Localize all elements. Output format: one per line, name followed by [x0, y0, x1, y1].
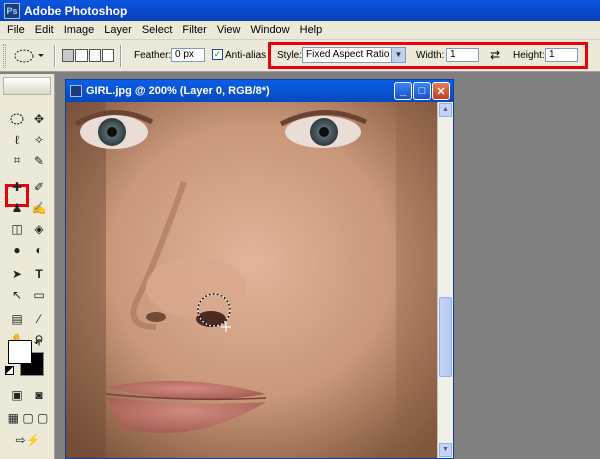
- app-titlebar: Ps Adobe Photoshop: [0, 0, 600, 21]
- path-selection-tool-icon[interactable]: ➤: [7, 264, 27, 283]
- menu-select[interactable]: Select: [137, 24, 178, 36]
- dodge-tool-icon[interactable]: ◐: [29, 240, 49, 259]
- app-title: Adobe Photoshop: [24, 3, 128, 18]
- maximize-button[interactable]: □: [413, 82, 431, 100]
- history-brush-tool-icon[interactable]: ✍: [29, 198, 49, 217]
- eyedropper-tool-icon[interactable]: ⁄: [29, 309, 49, 328]
- magic-wand-tool-icon[interactable]: ✧: [29, 130, 49, 149]
- minimize-button[interactable]: _: [394, 82, 412, 100]
- default-colors-icon[interactable]: [5, 366, 14, 375]
- style-value: Fixed Aspect Ratio: [306, 49, 390, 60]
- portrait-photo: [66, 102, 437, 458]
- elliptical-marquee-preset-icon: [14, 49, 44, 63]
- intersect-selection-icon[interactable]: [101, 49, 114, 62]
- close-button[interactable]: ✕: [432, 82, 450, 100]
- quick-mask-mode-icon[interactable]: ◙: [29, 385, 49, 404]
- width-label: Width:: [416, 50, 445, 61]
- menu-edit[interactable]: Edit: [30, 24, 59, 36]
- vertical-scrollbar[interactable]: ▲ ▼: [437, 102, 453, 458]
- options-bar: Feather: 0 px ✓ Anti-alias Style: Fixed …: [0, 40, 600, 72]
- antialias-label: Anti-alias: [225, 50, 267, 61]
- style-label: Style:: [277, 50, 303, 61]
- width-input[interactable]: 1: [446, 48, 479, 62]
- separator: [54, 45, 56, 67]
- eraser-tool-icon[interactable]: ◫: [7, 219, 27, 238]
- menu-layer[interactable]: Layer: [99, 24, 137, 36]
- options-grip[interactable]: [3, 44, 6, 68]
- antialias-checkbox[interactable]: ✓: [212, 49, 223, 60]
- scroll-down-icon[interactable]: ▼: [439, 443, 452, 457]
- toolbox-header[interactable]: [3, 77, 51, 95]
- swap-dimensions-icon[interactable]: ⇄: [490, 48, 500, 62]
- jump-to-imageready-icon[interactable]: ⇨⚡: [4, 430, 52, 449]
- document-window: GIRL.jpg @ 200% (Layer 0, RGB/8*) _ □ ✕: [65, 79, 454, 459]
- brush-tool-icon[interactable]: ✐: [29, 177, 49, 196]
- feather-label: Feather:: [134, 50, 172, 61]
- height-input[interactable]: 1: [545, 48, 578, 62]
- standard-mode-icon[interactable]: ▣: [7, 385, 27, 404]
- menu-image[interactable]: Image: [59, 24, 100, 36]
- foreground-color-swatch[interactable]: [8, 340, 32, 364]
- healing-brush-tool-icon[interactable]: ✚: [7, 177, 27, 196]
- workspace-background: [456, 74, 600, 459]
- document-icon: [70, 85, 82, 97]
- height-label: Height:: [513, 50, 545, 61]
- pen-tool-icon[interactable]: ↖: [7, 285, 27, 304]
- new-selection-icon[interactable]: [62, 49, 75, 62]
- swap-colors-icon[interactable]: ↶: [34, 338, 42, 349]
- menu-help[interactable]: Help: [295, 24, 328, 36]
- lasso-tool-icon[interactable]: ℓ: [7, 130, 27, 149]
- menu-window[interactable]: Window: [246, 24, 295, 36]
- document-title: GIRL.jpg @ 200% (Layer 0, RGB/8*): [86, 85, 270, 97]
- screen-mode-icons[interactable]: ▦ ▢ ▢: [4, 408, 52, 427]
- paint-bucket-tool-icon[interactable]: ◈: [29, 219, 49, 238]
- style-select[interactable]: Fixed Aspect Ratio ▼: [302, 47, 406, 63]
- feather-input[interactable]: 0 px: [171, 48, 205, 62]
- menu-filter[interactable]: Filter: [177, 24, 211, 36]
- selection-mode-group: [62, 49, 114, 62]
- shape-tool-icon[interactable]: ▭: [29, 285, 49, 304]
- menu-bar: File Edit Image Layer Select Filter View…: [0, 21, 600, 40]
- menu-view[interactable]: View: [212, 24, 246, 36]
- subtract-selection-icon[interactable]: [88, 49, 101, 62]
- clone-stamp-tool-icon[interactable]: ♟: [7, 198, 27, 217]
- toolbox: ✥ ℓ ✧ ⌗ ✎ ✚ ✐ ♟ ✍ ◫ ◈ ● ◐ ➤ T ↖ ▭ ▤ ⁄ ✋ …: [0, 74, 55, 459]
- type-tool-icon[interactable]: T: [29, 264, 49, 283]
- notes-tool-icon[interactable]: ▤: [7, 309, 27, 328]
- photoshop-logo-icon: Ps: [4, 2, 20, 19]
- scrollbar-thumb[interactable]: [439, 297, 452, 377]
- separator: [120, 45, 122, 67]
- crop-tool-icon[interactable]: ⌗: [7, 151, 27, 170]
- menu-file[interactable]: File: [2, 24, 30, 36]
- tool-preset-picker[interactable]: [12, 46, 48, 66]
- blur-tool-icon[interactable]: ●: [7, 240, 27, 259]
- chevron-down-icon: ▼: [391, 48, 405, 62]
- add-selection-icon[interactable]: [75, 49, 88, 62]
- slice-tool-icon[interactable]: ✎: [29, 151, 49, 170]
- scroll-up-icon[interactable]: ▲: [439, 103, 452, 117]
- elliptical-marquee-tool-icon[interactable]: [7, 109, 27, 128]
- document-titlebar[interactable]: GIRL.jpg @ 200% (Layer 0, RGB/8*) _ □ ✕: [66, 80, 453, 102]
- image-canvas[interactable]: [66, 102, 437, 458]
- move-tool-icon[interactable]: ✥: [29, 109, 49, 128]
